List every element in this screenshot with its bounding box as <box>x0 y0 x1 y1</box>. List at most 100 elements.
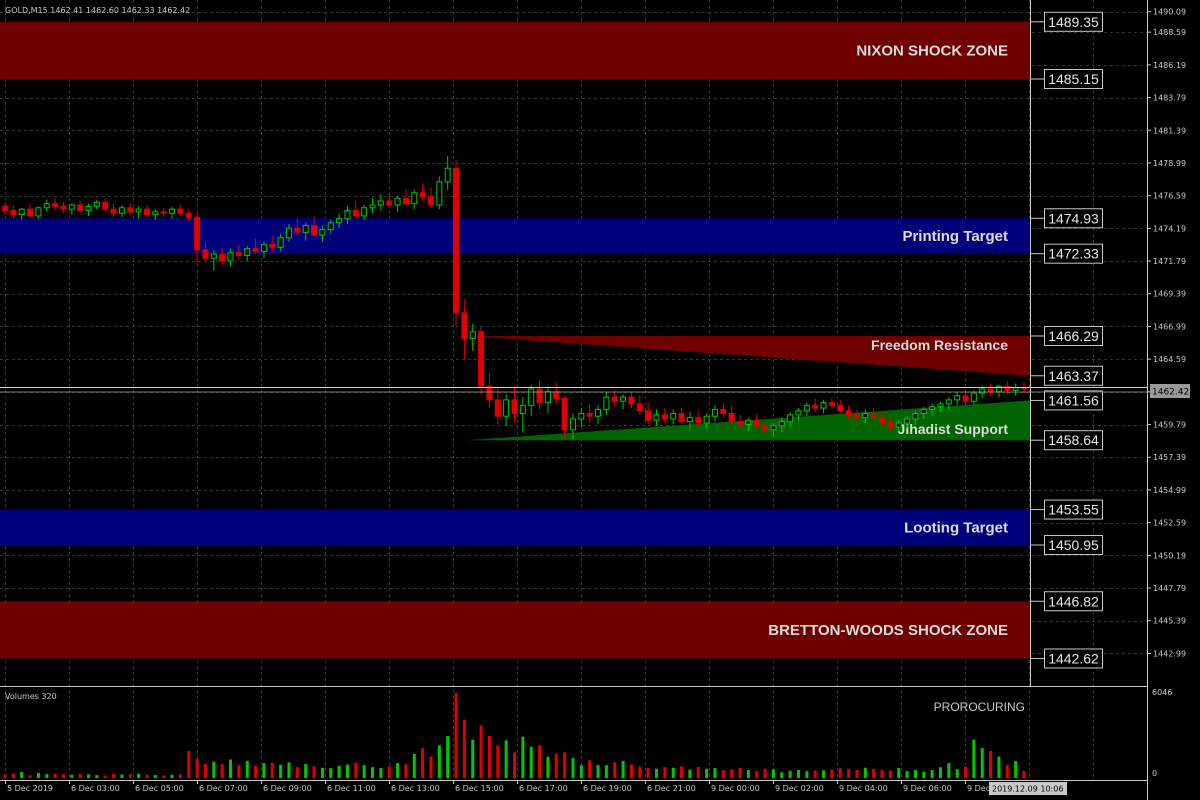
volume-bar <box>888 770 892 778</box>
volume-bar <box>45 774 49 778</box>
volume-bar <box>421 748 425 778</box>
candle-body <box>795 410 802 416</box>
volume-bar <box>822 770 826 778</box>
candle-body <box>344 210 351 220</box>
price-tick-label: 1450.19 <box>1153 551 1186 560</box>
candle[interactable] <box>478 326 485 395</box>
volume-bar <box>721 770 725 778</box>
time-tick-label: 9 Dec 02:00 <box>775 784 824 793</box>
candle-body <box>219 253 226 262</box>
volume-bar <box>771 769 775 778</box>
volume-bar <box>746 770 750 778</box>
candle-body <box>411 192 418 205</box>
candle-body <box>962 395 969 402</box>
volume-bar <box>487 736 491 778</box>
candle-body <box>561 398 568 431</box>
candle-body <box>210 253 217 259</box>
price-tick-label: 1471.79 <box>1153 257 1186 266</box>
volume-bar <box>95 775 99 778</box>
level-label: 1450.95 <box>1048 537 1099 553</box>
volume-bar <box>964 766 968 778</box>
time-tick-label: 6 Dec 15:00 <box>455 784 504 793</box>
volume-bar <box>621 760 625 778</box>
candle-body <box>803 404 810 412</box>
volume-bar <box>471 739 475 778</box>
candle-body <box>569 418 576 431</box>
volume-bar <box>838 768 842 778</box>
zone-label-1: Printing Target <box>902 228 1008 245</box>
price-tick-label: 1488.59 <box>1153 28 1186 37</box>
volume-bar <box>813 770 817 778</box>
volume-bar <box>713 768 717 778</box>
time-tick-label: 9 Dec 06:00 <box>903 784 952 793</box>
wedge-label-support: Jihadist Support <box>898 421 1009 437</box>
volume-label: Volumes 320 <box>5 692 57 701</box>
candle-body <box>879 417 886 424</box>
candle-body <box>444 167 451 183</box>
candle-body <box>519 404 526 415</box>
candle-body <box>837 404 844 412</box>
candle-body <box>386 200 393 206</box>
volume-bar <box>922 771 926 778</box>
chart-canvas[interactable]: NIXON SHOCK ZONE Printing Target Looting T… <box>0 0 1200 800</box>
volume-axis-max: 6046 <box>1152 688 1172 697</box>
volume-bar <box>36 773 40 778</box>
zone-label-2: Looting Target <box>904 519 1008 536</box>
volume-bar <box>20 772 24 778</box>
candle-body <box>645 410 652 421</box>
volume-bar <box>87 774 91 778</box>
volume-bar <box>788 770 792 778</box>
volume-bar <box>972 739 976 778</box>
candle-body <box>294 227 301 233</box>
candle-body <box>778 421 785 427</box>
candle-body <box>770 425 777 431</box>
candle-body <box>787 414 794 423</box>
cursor-time-label: 2019.12.09 10:06 <box>992 785 1063 794</box>
volume-bar <box>646 768 650 778</box>
volume-bar <box>938 767 942 778</box>
volume-bar <box>738 768 742 778</box>
time-tick-label: 5 Dec 2019 <box>7 784 53 793</box>
volume-bar <box>404 764 408 778</box>
volume-bar <box>254 765 258 778</box>
candle-body <box>937 403 944 408</box>
candle-body <box>636 403 643 412</box>
candle-body <box>536 388 543 404</box>
volume-bar <box>178 774 182 778</box>
time-tick-label: 6 Dec 17:00 <box>519 784 568 793</box>
level-label: 1489.35 <box>1048 14 1099 30</box>
volume-bar <box>120 774 124 778</box>
time-tick-label: 6 Dec 21:00 <box>647 784 696 793</box>
volume-bar <box>629 764 633 778</box>
candle-body <box>127 207 134 213</box>
price-tick-label: 1490.09 <box>1153 8 1186 17</box>
price-tick-label: 1445.39 <box>1153 617 1186 626</box>
candle-body <box>369 204 376 209</box>
candle-body <box>1012 387 1019 391</box>
volume-bar <box>680 766 684 778</box>
price-tick-label: 1464.59 <box>1153 355 1186 364</box>
volume-bar <box>479 725 483 778</box>
candle-body <box>870 413 877 419</box>
volume-bar <box>855 770 859 778</box>
candle-body <box>486 385 493 401</box>
candle-body <box>135 208 142 213</box>
volume-bar <box>329 768 333 778</box>
price-tick-label: 1474.19 <box>1153 224 1186 233</box>
volume-bar <box>546 756 550 778</box>
candle[interactable] <box>453 160 460 327</box>
candle-body <box>453 167 460 314</box>
candle-body <box>494 399 501 417</box>
symbol-info: GOLD,M15 1462.41 1462.60 1462.33 1462.42 <box>5 6 190 15</box>
candle-body <box>611 396 618 402</box>
volume-bar <box>705 768 709 778</box>
level-label: 1474.93 <box>1048 210 1099 226</box>
candle-body <box>269 244 276 248</box>
volume-bar <box>696 766 700 778</box>
candle-body <box>686 417 693 423</box>
candle-body <box>227 252 234 262</box>
volume-bar <box>437 745 441 778</box>
volume-bar <box>496 745 500 778</box>
volume-bar <box>796 770 800 778</box>
level-label: 1442.62 <box>1048 650 1099 666</box>
